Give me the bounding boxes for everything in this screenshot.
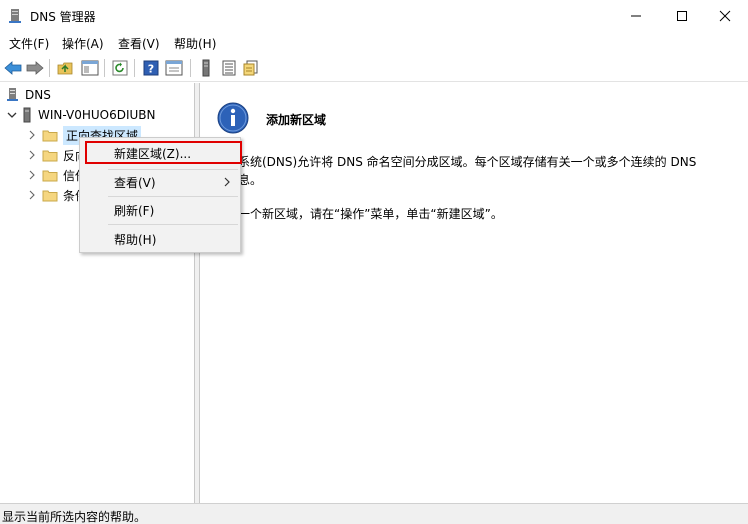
ctx-view-label: 查看(V) [114, 175, 156, 190]
dns-icon [7, 88, 18, 101]
refresh-button[interactable] [110, 58, 130, 78]
server-icon [23, 107, 31, 123]
highlight-box [85, 141, 242, 164]
menu-view[interactable]: 查看(V) [118, 35, 160, 52]
properties-button[interactable] [164, 58, 184, 78]
maximize-button[interactable] [659, 0, 705, 31]
ctx-help[interactable]: 帮助(H) [80, 227, 240, 251]
ctx-refresh[interactable]: 刷新(F) [80, 198, 240, 222]
refresh-icon [112, 60, 128, 76]
folder-icon [42, 170, 58, 181]
forward-button[interactable] [25, 58, 45, 78]
folder-icon [42, 190, 58, 201]
chevron-down-icon[interactable] [6, 109, 18, 121]
tree-node-reverse-lookup[interactable]: 反向 [26, 145, 87, 165]
chevron-right-icon[interactable] [26, 149, 38, 161]
info-description-line1: 称系统(DNS)允许将 DNS 命名空间分成区域。每个区域存储有关一个或多个连续… [226, 155, 697, 169]
chevron-right-icon [224, 177, 230, 187]
status-bar: 显示当前所选内容的帮助。 [0, 503, 748, 524]
tree-node-conditional-forwarders[interactable]: 条件 [26, 185, 87, 205]
window-title: DNS 管理器 [30, 10, 96, 24]
close-button[interactable] [702, 0, 748, 31]
list-button[interactable] [219, 58, 239, 78]
list-icon [222, 60, 236, 76]
server-button[interactable] [196, 58, 216, 78]
up-folder-button[interactable] [56, 58, 76, 78]
title-bar: DNS 管理器 [0, 0, 748, 32]
dns-server-icon [9, 9, 21, 23]
tree-root-dns[interactable]: DNS [6, 85, 51, 105]
info-description-line2: 信息。 [226, 173, 263, 187]
folder-icon [42, 150, 58, 161]
chevron-right-icon[interactable] [26, 129, 38, 141]
toolbar: ? [0, 54, 748, 82]
menu-help[interactable]: 帮助(H) [174, 35, 216, 52]
help-icon: ? [143, 60, 159, 76]
result-pane: 添加新区域 称系统(DNS)允许将 DNS 命名空间分成区域。每个区域存储有关一… [200, 83, 748, 503]
close-icon [719, 10, 731, 21]
minimize-button[interactable] [613, 0, 659, 31]
info-icon [217, 102, 249, 134]
tree-server[interactable]: WIN-V0HUO6DIUBN [6, 105, 156, 125]
info-description: 称系统(DNS)允许将 DNS 命名空间分成区域。每个区域存储有关一个或多个连续… [226, 153, 726, 189]
server-icon [202, 59, 210, 77]
forward-arrow-icon [26, 61, 44, 75]
menu-file[interactable]: 文件(F) [9, 35, 49, 52]
info-instruction: 加一个新区域，请在“操作”菜单，单击“新建区域”。 [226, 207, 503, 221]
chevron-right-icon[interactable] [26, 169, 38, 181]
menu-action[interactable]: 操作(A) [62, 35, 104, 52]
export-button[interactable] [241, 58, 261, 78]
properties-icon [165, 60, 183, 76]
chevron-right-icon[interactable] [26, 189, 38, 201]
back-button[interactable] [3, 58, 23, 78]
ctx-view[interactable]: 查看(V) [80, 170, 240, 194]
svg-text:?: ? [148, 63, 154, 76]
maximize-icon [677, 10, 687, 21]
up-folder-icon [57, 62, 73, 75]
folder-icon [42, 130, 58, 141]
export-icon [243, 60, 258, 76]
help-button[interactable]: ? [141, 58, 161, 78]
console-tree-button[interactable] [80, 58, 100, 78]
info-title: 添加新区域 [266, 113, 327, 127]
tree-root-label: DNS [25, 88, 51, 102]
back-arrow-icon [4, 61, 22, 75]
server-label: WIN-V0HUO6DIUBN [38, 108, 156, 122]
menu-bar: 文件(F) 操作(A) 查看(V) 帮助(H) [0, 32, 748, 54]
status-text: 显示当前所选内容的帮助。 [2, 510, 147, 524]
minimize-icon [631, 15, 641, 16]
show-hide-console-tree-icon [81, 60, 99, 76]
tree-node-trust-points[interactable]: 信任 [26, 165, 87, 185]
